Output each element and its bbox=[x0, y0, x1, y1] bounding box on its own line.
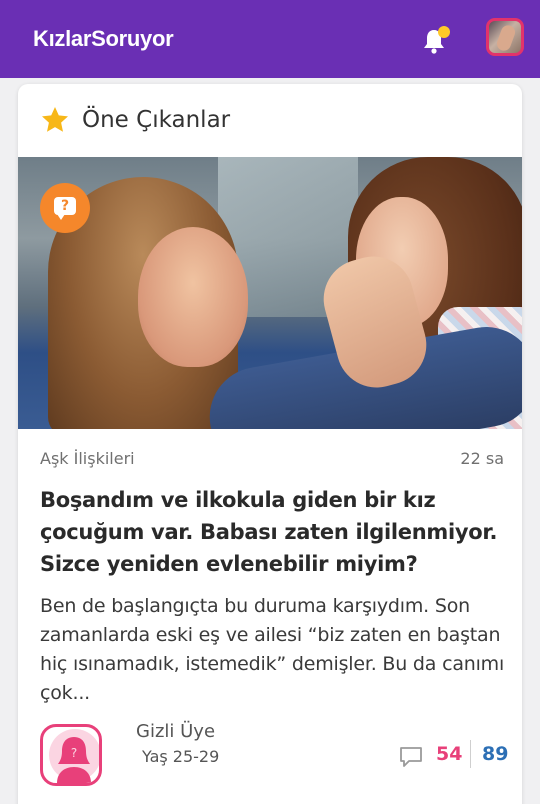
logo-text: KızlarSoruyor bbox=[33, 26, 174, 51]
post-category[interactable]: Aşk İlişkileri bbox=[40, 449, 135, 468]
author-name[interactable]: Gizli Üye bbox=[136, 721, 215, 742]
comment-icon[interactable] bbox=[398, 745, 424, 769]
section-title: Öne Çıkanlar bbox=[82, 107, 231, 133]
author-avatar[interactable]: ? bbox=[40, 724, 102, 786]
post-image[interactable]: ? bbox=[18, 157, 522, 429]
post-title[interactable]: Boşandım ve ilkokula giden bir kız çocuğ… bbox=[40, 484, 510, 580]
section-header: Öne Çıkanlar bbox=[40, 102, 230, 138]
notification-dot bbox=[438, 26, 450, 38]
author-age: Yaş 25-29 bbox=[142, 747, 220, 766]
top-bar: KızlarSoruyor bbox=[0, 0, 540, 78]
post-excerpt[interactable]: Ben de başlangıçta bu duruma karşıydım. … bbox=[40, 592, 515, 708]
post-time: 22 sa bbox=[460, 449, 504, 468]
site-logo[interactable]: KızlarSoruyor bbox=[33, 22, 174, 56]
post-footer: ? Gizli Üye Yaş 25-29 54 89 bbox=[18, 714, 522, 794]
user-avatar[interactable] bbox=[486, 18, 524, 56]
stats-divider bbox=[470, 740, 471, 768]
view-count: 89 bbox=[482, 743, 509, 765]
comment-count[interactable]: 54 bbox=[436, 743, 462, 765]
anonymous-user-icon: ? bbox=[57, 737, 91, 783]
featured-card: Öne Çıkanlar ? Aşk İlişkileri 22 sa Boşa… bbox=[18, 84, 522, 804]
star-icon bbox=[42, 107, 68, 132]
svg-text:?: ? bbox=[71, 746, 77, 760]
question-bubble-icon[interactable]: ? bbox=[40, 183, 90, 233]
